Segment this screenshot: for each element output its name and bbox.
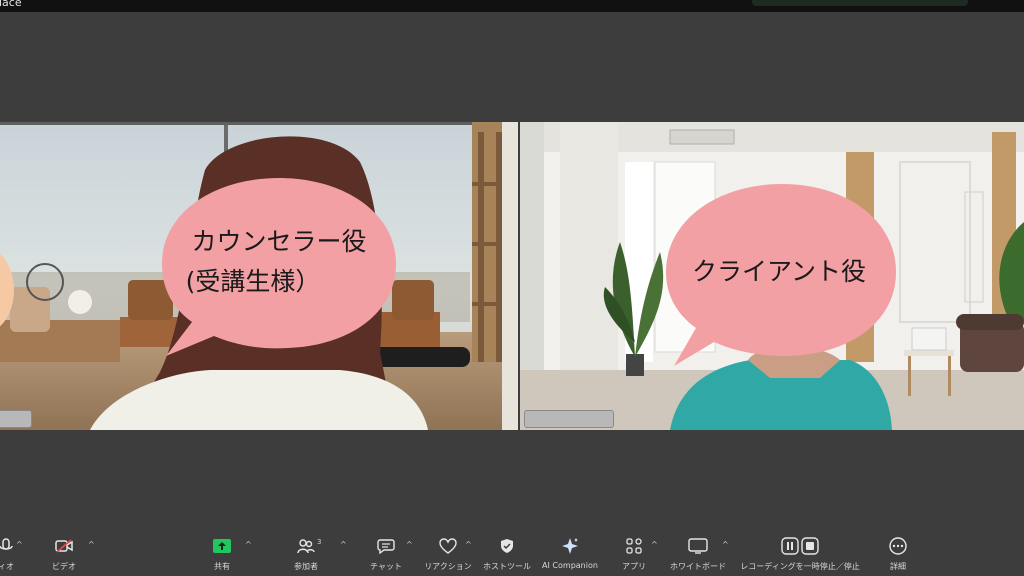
microphone-icon <box>0 536 17 556</box>
apps-options-chevron-icon[interactable]: ^ <box>651 540 658 549</box>
ai-companion-button[interactable]: AI Companion <box>540 536 600 574</box>
chat-button[interactable]: チャット <box>366 536 406 574</box>
whiteboard-button[interactable]: ホワイトボード <box>670 536 726 574</box>
recording-label: レコーディングを一時停止／停止 <box>740 562 860 571</box>
title-bar: place <box>0 0 1024 12</box>
ai-companion-label: AI Companion <box>542 561 598 570</box>
video-button[interactable]: ビデオ <box>46 536 82 574</box>
meeting-toolbar: ィオ ^ ビデオ ^ 共有 ^ 参加者 3 ^ チャット ^ リアクション ^ … <box>0 530 1024 576</box>
window-title: place <box>0 0 22 9</box>
recording-control-button[interactable]: レコーディングを一時停止／停止 <box>738 536 862 574</box>
participants-count: 3 <box>317 538 322 546</box>
video-off-icon <box>53 536 75 556</box>
host-tools-button[interactable]: ホストツール <box>483 536 531 574</box>
whiteboard-label: ホワイトボード <box>670 562 726 571</box>
counselor-label-line2: (受講生様） <box>185 267 321 296</box>
chat-label: チャット <box>370 562 402 571</box>
audio-label: ィオ <box>0 562 14 571</box>
video-options-chevron-icon[interactable]: ^ <box>88 540 95 549</box>
title-bar-widget[interactable] <box>752 0 968 6</box>
video-tile-counselor[interactable]: カウンセラー役 (受講生様） <box>0 122 518 430</box>
share-button[interactable]: 共有 <box>208 536 236 574</box>
host-tools-label: ホストツール <box>483 562 531 571</box>
participant-name-tag <box>524 410 614 428</box>
audio-options-chevron-icon[interactable]: ^ <box>16 540 23 549</box>
more-dots-icon <box>887 536 909 556</box>
apps-grid-icon <box>623 536 645 556</box>
heart-icon <box>437 536 459 556</box>
video-tile-client[interactable]: クライアント役 <box>520 122 1024 430</box>
whiteboard-options-chevron-icon[interactable]: ^ <box>722 540 729 549</box>
participants-icon <box>295 536 317 556</box>
participants-label: 参加者 <box>294 562 318 571</box>
pause-stop-icon <box>780 536 820 556</box>
counselor-label-line1: カウンセラー役 <box>191 227 367 256</box>
share-options-chevron-icon[interactable]: ^ <box>245 540 252 549</box>
video-label: ビデオ <box>52 562 76 571</box>
shield-icon <box>496 536 518 556</box>
participant-name-tag <box>0 410 32 428</box>
reactions-options-chevron-icon[interactable]: ^ <box>465 540 472 549</box>
reactions-label: リアクション <box>424 562 472 571</box>
sparkle-icon <box>559 536 581 556</box>
whiteboard-icon <box>687 536 709 556</box>
share-screen-icon <box>211 536 233 556</box>
more-label: 詳細 <box>890 562 906 571</box>
apps-button[interactable]: アプリ <box>620 536 648 574</box>
apps-label: アプリ <box>622 562 646 571</box>
chat-bubble-icon <box>375 536 397 556</box>
share-label: 共有 <box>214 562 230 571</box>
client-label: クライアント役 <box>691 257 866 286</box>
more-button[interactable]: 詳細 <box>884 536 912 574</box>
chat-options-chevron-icon[interactable]: ^ <box>406 540 413 549</box>
participants-options-chevron-icon[interactable]: ^ <box>340 540 347 549</box>
